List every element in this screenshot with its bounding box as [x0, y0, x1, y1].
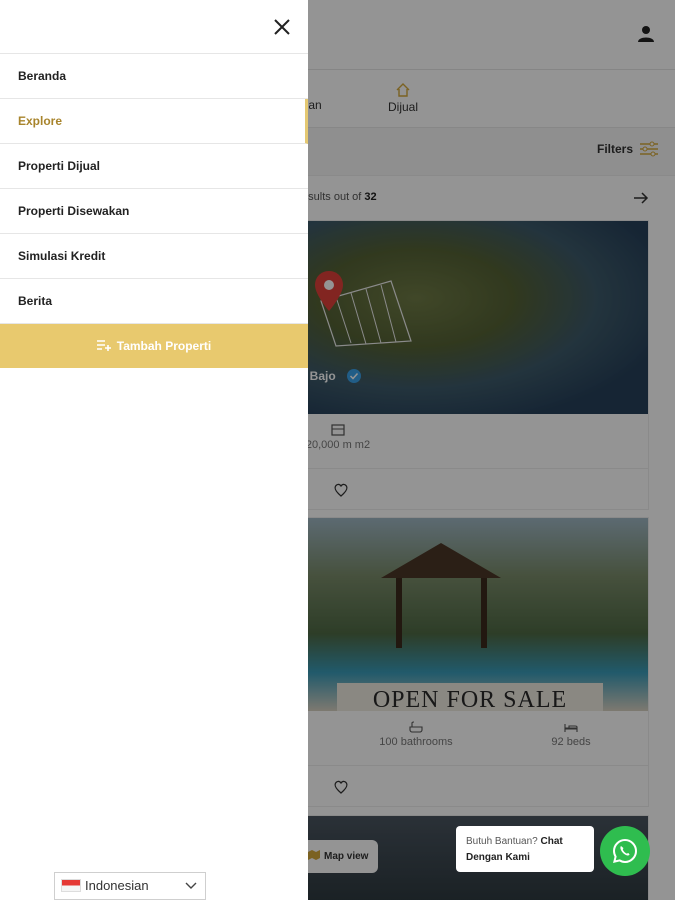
add-property-label: Tambah Properti: [116, 339, 212, 353]
help-chat-link: Chat: [540, 836, 563, 847]
help-chat-bubble[interactable]: Butuh Bantuan? Chat Dengan Kami: [456, 826, 594, 872]
help-line2: Dengan Kami: [466, 852, 530, 863]
whatsapp-icon: [612, 838, 638, 864]
add-property-button[interactable]: Tambah Properti: [0, 324, 308, 368]
menu-item-berita[interactable]: Berita: [0, 279, 308, 324]
language-label: Indonesian: [85, 878, 149, 893]
help-line1: Butuh Bantuan?: [466, 836, 538, 847]
menu-item-properti-disewakan[interactable]: Properti Disewakan: [0, 189, 308, 234]
indonesia-flag-icon: [61, 879, 81, 892]
navigation-drawer: Beranda Explore Properti Dijual Properti…: [0, 0, 308, 900]
menu-item-explore[interactable]: Explore: [0, 99, 308, 144]
drawer-header: [0, 0, 308, 54]
menu-item-beranda[interactable]: Beranda: [0, 54, 308, 99]
whatsapp-button[interactable]: [600, 826, 650, 876]
menu-item-properti-dijual[interactable]: Properti Dijual: [0, 144, 308, 189]
chevron-down-icon: [185, 882, 197, 889]
language-select[interactable]: Indonesian: [54, 872, 206, 900]
menu-item-simulasi-kredit[interactable]: Simulasi Kredit: [0, 234, 308, 279]
close-icon[interactable]: [272, 17, 292, 37]
add-list-icon: [96, 340, 111, 351]
